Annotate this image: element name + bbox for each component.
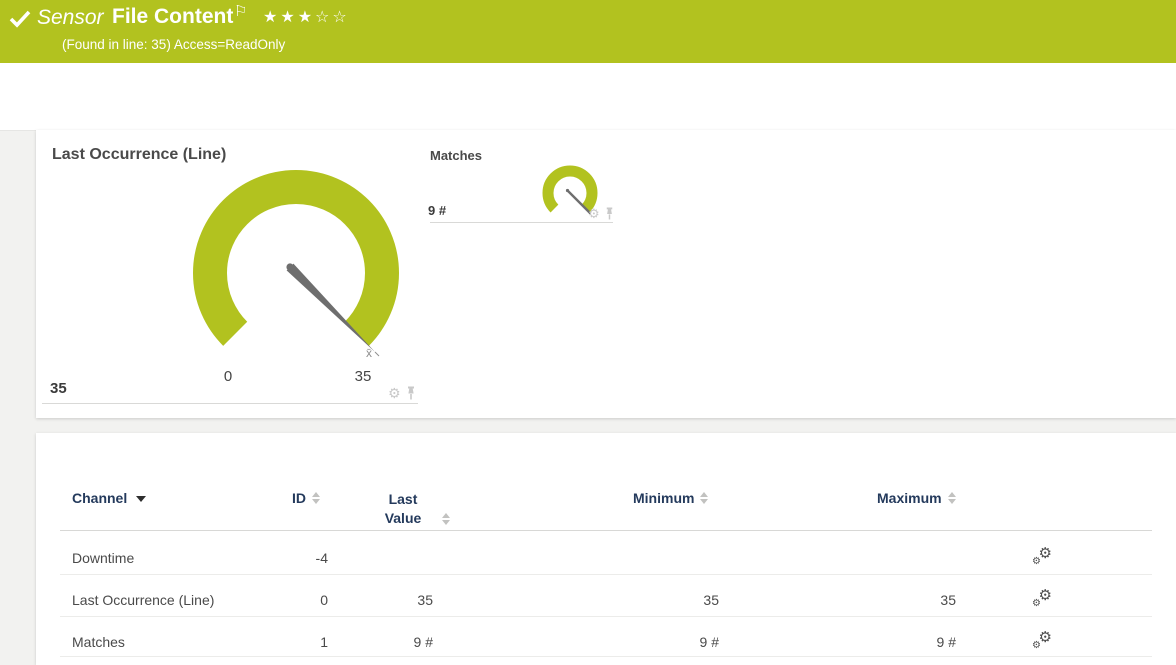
column-header-last-value-label: Last Value — [384, 491, 422, 526]
primary-gauge-value: 35 — [50, 380, 67, 397]
panel-gear-icon[interactable]: ⚙ — [388, 386, 401, 400]
channel-minimum: 9 # — [699, 634, 719, 650]
secondary-gauge-title: Matches — [430, 148, 483, 163]
channel-id: 1 — [320, 634, 328, 650]
channel-maximum: 35 — [940, 592, 956, 608]
sort-desc-icon — [136, 496, 147, 502]
sort-icon — [312, 492, 320, 504]
sort-icon[interactable] — [442, 513, 450, 525]
status-ok-check-icon — [9, 10, 31, 28]
table-header-divider — [60, 530, 1152, 531]
priority-stars[interactable]: ★★★☆☆ — [263, 7, 350, 27]
panel-divider — [430, 222, 613, 223]
channel-last-value: 35 — [417, 592, 433, 608]
column-header-minimum[interactable]: Minimum — [633, 490, 709, 506]
last-occurrence-gauge — [193, 170, 399, 357]
sort-icon — [947, 492, 956, 504]
column-header-maximum[interactable]: Maximum — [877, 490, 956, 506]
gauge-scale-min: 0 — [223, 368, 233, 385]
channel-name: Downtime — [72, 550, 135, 566]
sensor-name: File Content — [112, 5, 234, 28]
row-divider — [60, 574, 1152, 575]
channel-settings-gears-icon[interactable]: ⚙ ⚙ — [1032, 629, 1052, 651]
column-header-channel-label: Channel — [72, 490, 128, 506]
gauge-average-marker: x̄ — [366, 346, 372, 360]
channel-id: 0 — [320, 592, 328, 608]
row-divider — [60, 656, 1152, 657]
sensor-kind-label: Sensor — [37, 6, 104, 29]
channel-settings-gears-icon[interactable]: ⚙ ⚙ — [1032, 587, 1052, 609]
gear-icon: ⚙ — [1032, 598, 1041, 609]
prtg-sensor-page: Sensor File Content ⚐ ★★★☆☆ (Found in li… — [0, 0, 1176, 665]
gear-icon: ⚙ — [1032, 556, 1041, 567]
channel-id: -4 — [315, 550, 328, 566]
flag-icon[interactable]: ⚐ — [234, 2, 247, 20]
row-divider — [60, 616, 1152, 617]
channel-name: Matches — [72, 634, 125, 650]
panel-gear-icon[interactable]: ⚙ — [588, 207, 600, 221]
channel-last-value: 9 # — [413, 634, 433, 650]
sort-icon — [700, 492, 709, 504]
tab-bar: Overview Live Data 2 days 30 days 365 da… — [0, 63, 1176, 183]
column-header-id[interactable]: ID — [292, 490, 320, 506]
pin-icon[interactable] — [405, 386, 417, 400]
channels-card: Channel ID Last Value Minimum Maximum Do… — [36, 433, 1176, 665]
column-header-maximum-label: Maximum — [877, 490, 942, 506]
channel-minimum: 35 — [703, 592, 719, 608]
column-header-channel[interactable]: Channel — [72, 490, 147, 506]
column-header-last-value[interactable]: Last Value — [373, 490, 433, 528]
channel-maximum: 9 # — [936, 634, 956, 650]
gauge-scale-max: 35 — [354, 368, 372, 385]
pin-icon[interactable] — [604, 207, 615, 220]
channel-name: Last Occurrence (Line) — [72, 592, 215, 608]
sensor-header: Sensor File Content ⚐ ★★★☆☆ (Found in li… — [0, 0, 1176, 63]
channel-settings-gears-icon[interactable]: ⚙ ⚙ — [1032, 545, 1052, 567]
gauges-card: Last Occurrence (Line) x̄ 0 35 35 ⚙ Matc… — [36, 130, 1176, 418]
column-header-minimum-label: Minimum — [633, 490, 695, 506]
panel-divider — [42, 403, 418, 404]
sensor-status-message: (Found in line: 35) Access=ReadOnly — [62, 37, 286, 52]
secondary-gauge-value: 9 # — [428, 203, 447, 218]
column-header-id-label: ID — [292, 490, 306, 506]
gear-icon: ⚙ — [1032, 640, 1041, 651]
